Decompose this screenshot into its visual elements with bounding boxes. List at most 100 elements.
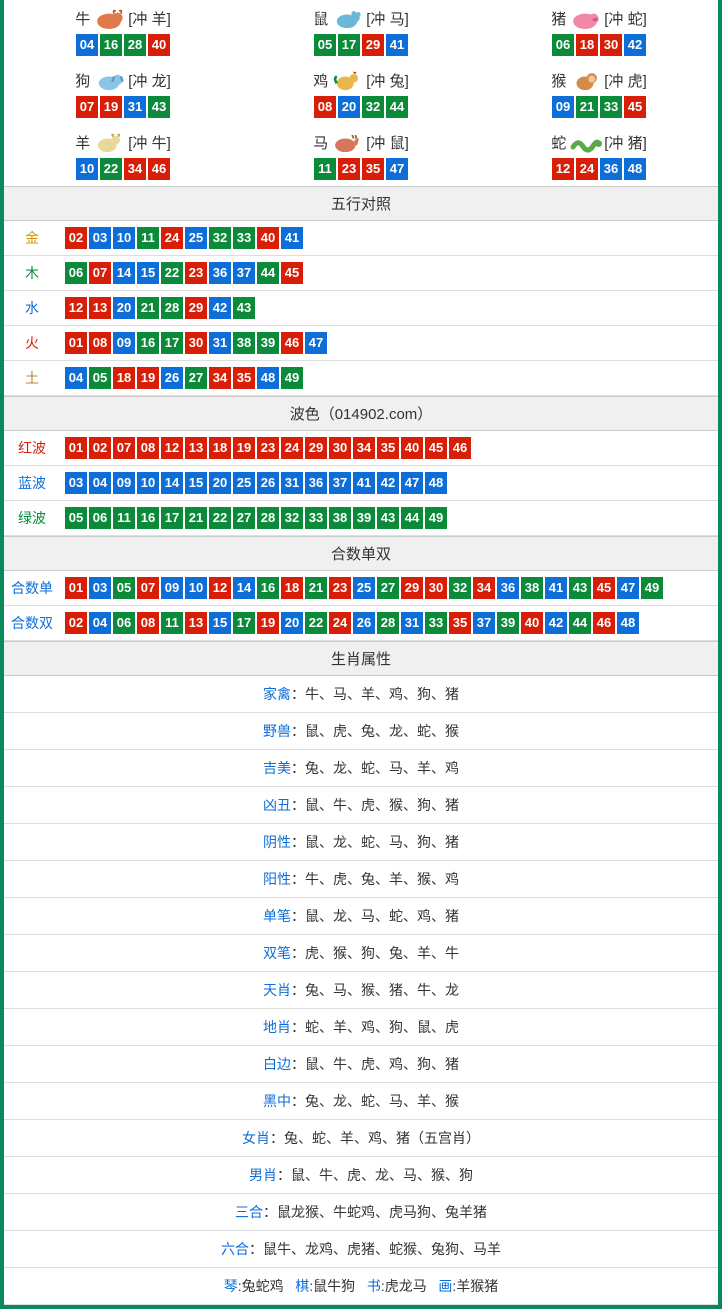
shuxing-header: 生肖属性: [4, 641, 718, 676]
attr-row: 家禽：牛、马、羊、鸡、狗、猪: [4, 676, 718, 713]
data-row: 蓝波03040910141520252631363741424748: [4, 466, 718, 501]
number-ball: 17: [161, 332, 183, 354]
number-ball: 35: [233, 367, 255, 389]
zodiac-nums: 07193143: [4, 96, 242, 118]
data-row: 合数单0103050709101214161821232527293032343…: [4, 571, 718, 606]
number-ball: 16: [137, 332, 159, 354]
row-nums: 03040910141520252631363741424748: [60, 472, 448, 494]
zodiac-nums: 12243648: [480, 158, 718, 180]
number-ball: 39: [257, 332, 279, 354]
number-ball: 15: [137, 262, 159, 284]
heshu-rows: 合数单0103050709101214161821232527293032343…: [4, 571, 718, 641]
number-ball: 18: [113, 367, 135, 389]
number-ball: 29: [305, 437, 327, 459]
number-ball: 42: [377, 472, 399, 494]
attr-key: 书: [367, 1278, 381, 1294]
number-ball: 36: [305, 472, 327, 494]
number-ball: 13: [185, 437, 207, 459]
number-ball: 06: [113, 612, 135, 634]
attr-key: 黑中: [263, 1093, 291, 1109]
monkey-icon: [568, 68, 602, 92]
data-row: 土04051819262734354849: [4, 361, 718, 396]
number-ball: 08: [137, 612, 159, 634]
attr-key: 天肖: [263, 982, 291, 998]
number-ball: 30: [600, 34, 622, 56]
attr-val: :虎龙马: [381, 1278, 427, 1294]
row-label: 土: [4, 368, 60, 388]
number-ball: 44: [569, 612, 591, 634]
attr-key: 吉美: [263, 760, 291, 776]
attr-row: 男肖：鼠、牛、虎、龙、马、猴、狗: [4, 1157, 718, 1194]
number-ball: 48: [617, 612, 639, 634]
number-ball: 49: [425, 507, 447, 529]
zodiac-name: 猪: [551, 8, 566, 29]
number-ball: 44: [386, 96, 408, 118]
number-ball: 36: [209, 262, 231, 284]
number-ball: 04: [89, 612, 111, 634]
attr-row: 双笔：虎、猴、狗、兔、羊、牛: [4, 935, 718, 972]
attr-val: ：牛、马、羊、鸡、狗、猪: [291, 686, 459, 702]
number-ball: 32: [281, 507, 303, 529]
number-ball: 14: [161, 472, 183, 494]
heshu-header: 合数单双: [4, 536, 718, 571]
number-ball: 09: [113, 332, 135, 354]
number-ball: 26: [353, 612, 375, 634]
number-ball: 45: [425, 437, 447, 459]
number-ball: 05: [113, 577, 135, 599]
number-ball: 46: [449, 437, 471, 459]
number-ball: 17: [161, 507, 183, 529]
number-ball: 47: [386, 158, 408, 180]
data-row: 合数双0204060811131517192022242628313335373…: [4, 606, 718, 641]
attr-key: 六合: [221, 1241, 249, 1257]
number-ball: 38: [329, 507, 351, 529]
number-ball: 37: [233, 262, 255, 284]
data-row: 金02031011242532334041: [4, 221, 718, 256]
number-ball: 34: [473, 577, 495, 599]
zodiac-name: 马: [313, 132, 328, 153]
number-ball: 35: [362, 158, 384, 180]
number-ball: 17: [338, 34, 360, 56]
row-label: 红波: [4, 438, 60, 458]
wuxing-rows: 金02031011242532334041木060714152223363744…: [4, 221, 718, 396]
attr-val: ：兔、龙、蛇、马、羊、鸡: [291, 760, 459, 776]
attr-key: 琴: [224, 1278, 238, 1294]
zodiac-nums: 04162840: [4, 34, 242, 56]
number-ball: 21: [576, 96, 598, 118]
zodiac-clash: [冲 牛]: [128, 132, 171, 153]
number-ball: 12: [65, 297, 87, 319]
number-ball: 39: [353, 507, 375, 529]
attr-val: ：鼠、虎、兔、龙、蛇、猴: [291, 723, 459, 739]
number-ball: 45: [281, 262, 303, 284]
shuxing-rows: 家禽：牛、马、羊、鸡、狗、猪野兽：鼠、虎、兔、龙、蛇、猴吉美：兔、龙、蛇、马、羊…: [4, 676, 718, 1305]
attr-val: :羊猴猪: [452, 1278, 498, 1294]
number-ball: 23: [257, 437, 279, 459]
data-row: 水1213202128294243: [4, 291, 718, 326]
number-ball: 12: [209, 577, 231, 599]
zodiac-cell: 鼠[冲 马]05172941: [242, 0, 480, 62]
number-ball: 27: [377, 577, 399, 599]
zodiac-nums: 06183042: [480, 34, 718, 56]
zodiac-name: 羊: [75, 132, 90, 153]
number-ball: 28: [257, 507, 279, 529]
attr-val: ：鼠、牛、虎、龙、马、猴、狗: [277, 1167, 473, 1183]
row-nums: 0103050709101214161821232527293032343638…: [60, 577, 664, 599]
number-ball: 20: [338, 96, 360, 118]
number-ball: 32: [449, 577, 471, 599]
number-ball: 32: [362, 96, 384, 118]
number-ball: 40: [521, 612, 543, 634]
zodiac-name: 牛: [75, 8, 90, 29]
number-ball: 40: [257, 227, 279, 249]
zodiac-cell: 牛[冲 羊]04162840: [4, 0, 242, 62]
number-ball: 14: [233, 577, 255, 599]
zodiac-clash: [冲 虎]: [604, 70, 647, 91]
dog-icon: [92, 68, 126, 92]
number-ball: 04: [89, 472, 111, 494]
attr-val: ：蛇、羊、鸡、狗、鼠、虎: [291, 1019, 459, 1035]
row-label: 合数单: [4, 578, 60, 598]
bose-header: 波色（014902.com）: [4, 396, 718, 431]
number-ball: 49: [281, 367, 303, 389]
attr-key: 地肖: [263, 1019, 291, 1035]
number-ball: 20: [209, 472, 231, 494]
row-nums: 0108091617303138394647: [60, 332, 328, 354]
number-ball: 39: [497, 612, 519, 634]
